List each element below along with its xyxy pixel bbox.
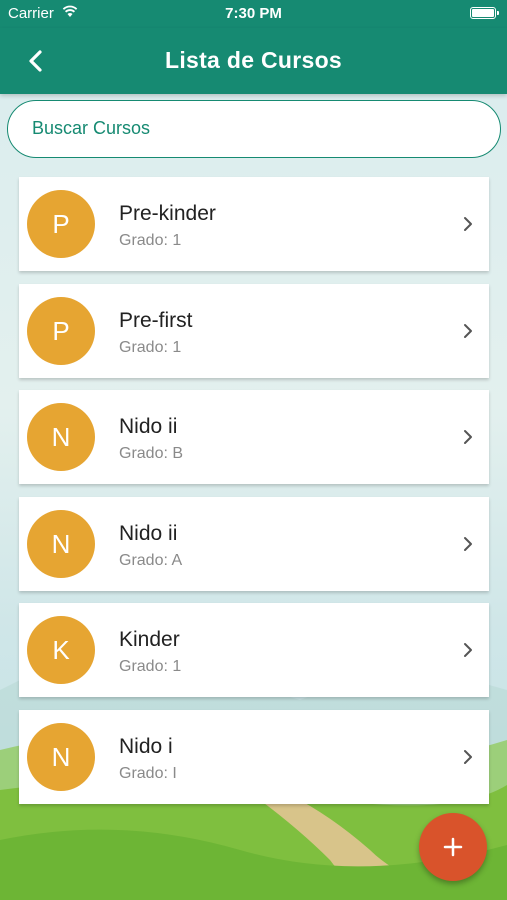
course-name: Nido ii <box>119 415 178 438</box>
chevron-right-icon <box>464 749 472 764</box>
course-item[interactable]: N Nido ii Grado: A <box>19 496 489 591</box>
course-avatar: N <box>27 722 95 791</box>
course-name: Pre-first <box>119 308 193 332</box>
course-avatar: P <box>27 190 95 258</box>
chevron-right-icon <box>464 323 472 338</box>
course-grade: Grado: B <box>119 445 184 462</box>
plus-icon <box>443 837 463 857</box>
course-avatar: K <box>27 616 95 684</box>
course-grade: Grado: 1 <box>119 232 182 249</box>
search-input[interactable] <box>32 101 472 156</box>
navigation-bar: Lista de Cursos <box>0 28 507 94</box>
course-avatar: N <box>27 403 95 471</box>
course-name: Kinder <box>119 628 180 651</box>
course-item[interactable]: P Pre-kinder Grado: 1 <box>19 177 489 271</box>
course-list: P Pre-kinder Grado: 1 P Pre-first Grado:… <box>19 177 489 816</box>
course-item[interactable]: N Nido i Grado: I <box>19 709 489 804</box>
status-bar: Carrier 7:30 PM <box>0 0 507 28</box>
add-course-button[interactable] <box>419 813 487 881</box>
battery-icon <box>470 7 499 19</box>
course-name: Nido ii <box>119 521 178 545</box>
course-avatar: N <box>27 509 95 578</box>
course-item[interactable]: P Pre-first Grado: 1 <box>19 283 489 378</box>
chevron-right-icon <box>464 643 472 657</box>
course-name: Pre-kinder <box>119 202 216 225</box>
course-avatar: P <box>27 296 95 365</box>
course-grade: Grado: 1 <box>119 338 182 356</box>
page-title: Lista de Cursos <box>164 47 343 73</box>
course-grade: Grado: 1 <box>119 658 182 675</box>
course-item[interactable]: K Kinder Grado: 1 <box>19 603 489 697</box>
chevron-right-icon <box>464 217 472 231</box>
course-item[interactable]: N Nido ii Grado: B <box>19 390 489 484</box>
course-grade: Grado: A <box>119 551 183 569</box>
chevron-right-icon <box>464 430 472 444</box>
status-time: 7:30 PM <box>225 5 282 22</box>
search-bar[interactable] <box>7 100 501 158</box>
chevron-right-icon <box>464 536 472 551</box>
course-grade: Grado: I <box>119 764 177 782</box>
course-name: Nido i <box>119 734 173 758</box>
